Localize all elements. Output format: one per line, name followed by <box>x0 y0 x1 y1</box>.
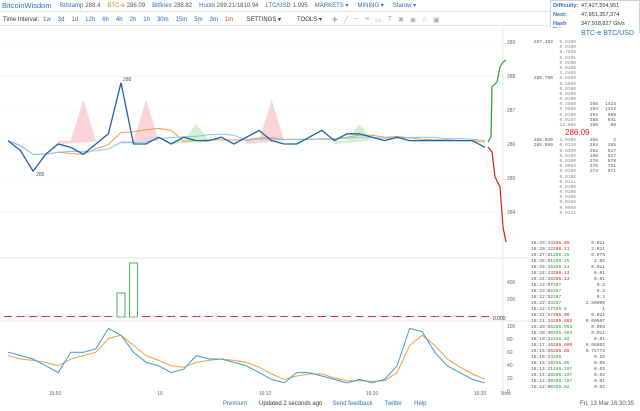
orderbook-title[interactable]: BTC-e BTC/USD <box>531 28 639 40</box>
interval-3m[interactable]: 3m <box>210 17 218 23</box>
trend-shade <box>120 99 159 144</box>
interval-1w[interactable]: 1w <box>43 17 51 23</box>
indicator-series <box>7 327 486 384</box>
ticker-bitfinex[interactable]: Bitfinex 288.82 <box>152 3 192 9</box>
interval-5m[interactable]: 5m <box>194 17 202 23</box>
orderbook-row[interactable]: 0.0111 <box>531 211 639 216</box>
orderbook-cell <box>531 211 553 216</box>
lock-icon[interactable]: ▣ <box>433 16 440 24</box>
interval-label: Time Interval: <box>3 16 40 23</box>
interval-30m[interactable]: 30m <box>157 17 169 23</box>
price-tick-label: 286 <box>507 142 516 148</box>
update-status: Updated 2 seconds ago <box>259 401 323 407</box>
price-chart[interactable]: 2902892882872862852842882854002000.00010… <box>0 27 531 397</box>
app-window: BitcoinWisdom Bitstamp 288.4 BTC-e 286.09 … <box>0 0 640 411</box>
trade-time: 16:12:00 <box>531 385 554 390</box>
trade-row: 16:12:00 286.02 0.02 <box>531 385 639 391</box>
eye-icon[interactable]: ◉ <box>410 16 416 24</box>
twitter-link[interactable]: Twitter <box>384 401 402 407</box>
volume-tick-label: 200 <box>507 297 516 303</box>
trade-price: 286.02 <box>553 385 570 390</box>
ticker-huobi[interactable]: Huobi 289.21/1810.94 <box>199 3 258 9</box>
top-bar: BitcoinWisdom Bitstamp 288.4 BTC-e 286.09 … <box>0 0 640 12</box>
orderbook-panel: BTC-e BTC/USD 287.492 0.0100 0.0100 0.7939 0… <box>531 28 639 241</box>
menu-markets[interactable]: MARKETS ▾ <box>315 2 349 9</box>
orderbook-cell: 0.0111 <box>559 210 576 216</box>
line-tool-icon[interactable]: ╱ <box>344 16 348 24</box>
site-logo[interactable]: BitcoinWisdom <box>2 1 60 10</box>
price-tick-label: 287 <box>507 108 516 114</box>
mid-price: 286.09 <box>565 128 590 138</box>
ticker-btce[interactable]: BTC-e 286.09 <box>107 3 145 9</box>
fib-tool-icon[interactable]: ≡ <box>365 16 369 23</box>
server-clock: Fri, 13 Mar 16:30:35 <box>579 401 634 407</box>
d-line <box>7 334 486 382</box>
k-line <box>7 327 486 384</box>
indicator-tick-label: 40 <box>507 363 513 369</box>
crosshair-icon[interactable]: ✚ <box>332 16 338 24</box>
settings-menu[interactable]: SETTINGS ▾ <box>246 16 281 23</box>
trash-icon[interactable]: ✖ <box>398 16 404 24</box>
volume-bar <box>129 262 138 318</box>
indicator-tick-label: 20 <box>507 376 513 382</box>
orderbook-cell <box>531 123 553 128</box>
high-label: 288 <box>123 77 132 83</box>
orderbook-cell <box>576 211 598 216</box>
footer: Premium Updated 2 seconds ago Send feedb… <box>0 397 640 411</box>
price-series <box>7 82 486 173</box>
interval-1h[interactable]: 1h <box>143 17 150 23</box>
grid <box>0 41 503 213</box>
interval-12h[interactable]: 12h <box>85 17 95 23</box>
help-link[interactable]: Help <box>414 401 426 407</box>
next-label: Next: <box>553 12 567 18</box>
orderbook-cell: 88 <box>610 123 616 128</box>
premium-link[interactable]: Premium <box>223 401 247 407</box>
interval-4h[interactable]: 4h <box>116 17 123 23</box>
ticker-bitstamp[interactable]: Bitstamp 288.4 <box>60 3 100 9</box>
indicator-tick-label: 100 <box>507 324 516 330</box>
ask-list: 287.492 0.0100 0.0100 0.7939 0.0101 0.0200 0.0… <box>531 40 639 128</box>
menu-user[interactable]: Sfarow ▾ <box>393 2 416 9</box>
text-tool-icon[interactable]: T <box>388 16 392 23</box>
trend-shade <box>246 99 285 144</box>
volume-series <box>0 262 503 318</box>
interval-list: 1w 3d 1d 12h 6h 4h 2h 1h 30m 15m 5m 3m 1m <box>43 17 240 23</box>
interval-1d[interactable]: 1d <box>71 17 78 23</box>
indicator-tick-label: 80 <box>507 337 513 343</box>
bid-list: 286.020 2.0300 286 2 285.950 0.0110 284 285 0.03… <box>531 138 639 216</box>
low-label: 285 <box>36 172 45 178</box>
interval-15m[interactable]: 15m <box>176 17 188 23</box>
price-tick-label: 289 <box>507 40 516 46</box>
rect-tool-icon[interactable]: ▭ <box>375 16 382 24</box>
toolbar: Time Interval: 1w 3d 1d 12h 6h 4h 2h 1h 30m 15m 5m… <box>0 14 548 26</box>
trade-amount: 0.02 <box>593 385 605 390</box>
menu-mining[interactable]: MINING ▾ <box>357 2 383 9</box>
difficulty-value: 47,427,554,951 <box>581 3 620 9</box>
orderbook-cell <box>598 211 616 216</box>
volume-bar <box>116 292 126 318</box>
interval-6h[interactable]: 6h <box>102 17 109 23</box>
trend-shade <box>58 99 109 144</box>
magnet-icon[interactable]: ∩ <box>422 16 427 23</box>
volume-tick-label: 400 <box>507 280 516 286</box>
next-value: 47,951,357,374 <box>581 12 620 18</box>
hline-tool-icon[interactable]: ─ <box>354 16 359 23</box>
price-tick-label: 284 <box>507 210 516 216</box>
price-tick-label: 285 <box>507 176 516 182</box>
indicator-tick-label: 60 <box>507 350 513 356</box>
volume-zero-label: 0.000 <box>493 316 506 322</box>
difficulty-label: Difficulty: <box>553 3 579 9</box>
interval-3d[interactable]: 3d <box>58 17 65 23</box>
feedback-link[interactable]: Send feedback <box>332 401 372 407</box>
trade-history: 16:29:43 286.09 0.011 16:29:12 286.11 2.031 16… <box>531 241 639 391</box>
ticker-ltcusd[interactable]: LTC/USD 1.995 <box>266 3 308 9</box>
tools-menu[interactable]: TOOLS ▾ <box>297 16 322 23</box>
price-tick-label: 288 <box>507 74 516 80</box>
interval-2h[interactable]: 2h <box>130 17 137 23</box>
interval-1m[interactable]: 1m <box>225 17 233 23</box>
